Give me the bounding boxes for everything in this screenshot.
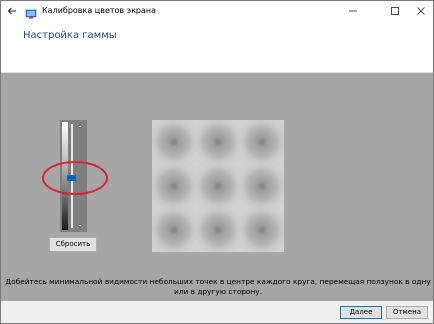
gamma-content-area: Сбросить Добейтесь минимальной видимости… bbox=[1, 73, 433, 301]
maximize-button[interactable] bbox=[381, 1, 409, 21]
minimize-button[interactable] bbox=[339, 1, 367, 21]
close-icon bbox=[417, 7, 425, 15]
highlight-circle bbox=[42, 161, 108, 195]
page-title: Настройка гаммы bbox=[23, 30, 117, 41]
gamma-sample-image bbox=[152, 120, 284, 252]
back-button[interactable] bbox=[4, 3, 20, 19]
instruction-text: Добейтесь минимальной видимости небольши… bbox=[5, 277, 431, 296]
next-button[interactable]: Далее bbox=[340, 306, 382, 319]
cancel-button[interactable]: Отмена bbox=[386, 306, 428, 319]
close-button[interactable] bbox=[407, 1, 433, 21]
maximize-icon bbox=[391, 7, 399, 15]
sample-circle bbox=[196, 208, 240, 252]
display-icon bbox=[25, 5, 37, 19]
sample-circle bbox=[152, 164, 196, 208]
sample-circle bbox=[152, 208, 196, 252]
sample-circle bbox=[240, 164, 284, 208]
sample-circle bbox=[152, 120, 196, 164]
minimize-icon bbox=[349, 10, 357, 12]
back-arrow-icon bbox=[7, 7, 16, 15]
reset-button[interactable]: Сбросить bbox=[49, 237, 97, 252]
slider-tick bbox=[79, 126, 81, 127]
sample-circle bbox=[240, 120, 284, 164]
sample-circle bbox=[196, 120, 240, 164]
slider-tick bbox=[79, 225, 81, 226]
calibration-window: Калибровка цветов экрана Настройка гаммы… bbox=[0, 0, 434, 324]
sample-circle bbox=[240, 208, 284, 252]
dialog-footer: Далее Отмена bbox=[1, 301, 433, 323]
title-bar: Калибровка цветов экрана bbox=[1, 1, 433, 21]
sample-circle bbox=[196, 164, 240, 208]
window-title: Калибровка цветов экрана bbox=[42, 6, 157, 15]
